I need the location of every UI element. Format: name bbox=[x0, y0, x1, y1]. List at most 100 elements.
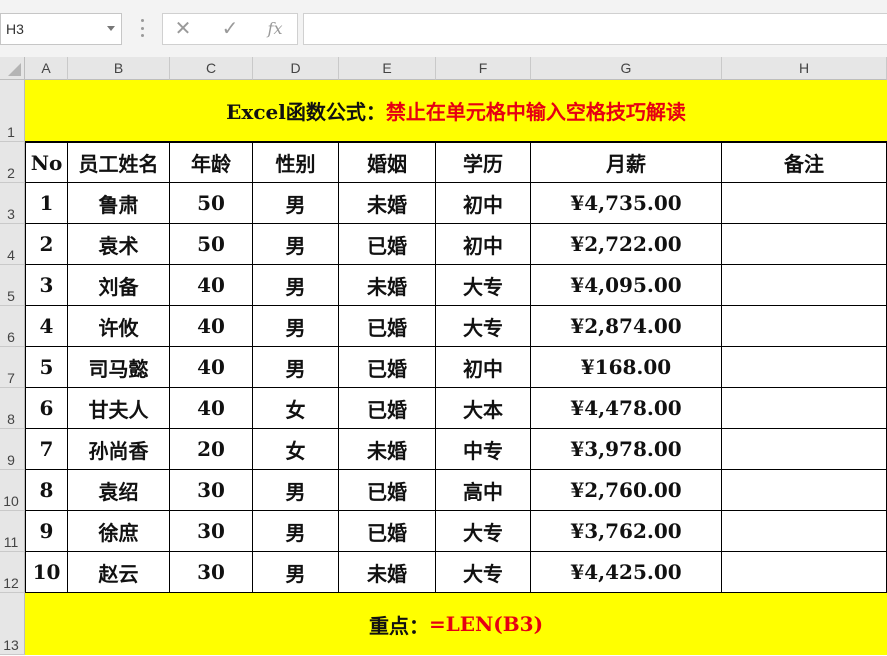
column-header-b[interactable]: B bbox=[68, 57, 170, 80]
cell-a4[interactable]: 2 bbox=[25, 224, 68, 265]
cell-e3[interactable]: 未婚 bbox=[339, 183, 436, 224]
column-header-c[interactable]: C bbox=[170, 57, 253, 80]
cell-a9[interactable]: 7 bbox=[25, 429, 68, 470]
cell-d8[interactable]: 女 bbox=[253, 388, 339, 429]
cell-e11[interactable]: 已婚 bbox=[339, 511, 436, 552]
cell-b6[interactable]: 许攸 bbox=[68, 306, 170, 347]
cell-h11[interactable] bbox=[722, 511, 887, 552]
cell-g7[interactable]: ¥168.00 bbox=[531, 347, 722, 388]
formula-input[interactable] bbox=[303, 13, 887, 45]
select-all-button[interactable] bbox=[0, 57, 25, 80]
cell-d3[interactable]: 男 bbox=[253, 183, 339, 224]
cancel-icon[interactable]: ✕ bbox=[171, 17, 195, 41]
cell-e8[interactable]: 已婚 bbox=[339, 388, 436, 429]
cell-d6[interactable]: 男 bbox=[253, 306, 339, 347]
cell-g8[interactable]: ¥4,478.00 bbox=[531, 388, 722, 429]
cell-d7[interactable]: 男 bbox=[253, 347, 339, 388]
cell-f8[interactable]: 大本 bbox=[436, 388, 531, 429]
header-cell-f[interactable]: 学历 bbox=[436, 142, 531, 183]
header-cell-h[interactable]: 备注 bbox=[722, 142, 887, 183]
cell-g3[interactable]: ¥4,735.00 bbox=[531, 183, 722, 224]
cell-h10[interactable] bbox=[722, 470, 887, 511]
cell-e12[interactable]: 未婚 bbox=[339, 552, 436, 593]
header-cell-d[interactable]: 性别 bbox=[253, 142, 339, 183]
cell-c12[interactable]: 30 bbox=[170, 552, 253, 593]
column-header-h[interactable]: H bbox=[722, 57, 887, 80]
row-header-2[interactable]: 2 bbox=[0, 142, 25, 183]
cell-g11[interactable]: ¥3,762.00 bbox=[531, 511, 722, 552]
header-cell-a[interactable]: No bbox=[25, 142, 68, 183]
cell-b4[interactable]: 袁术 bbox=[68, 224, 170, 265]
row-header-11[interactable]: 11 bbox=[0, 511, 25, 552]
cell-c11[interactable]: 30 bbox=[170, 511, 253, 552]
cell-d4[interactable]: 男 bbox=[253, 224, 339, 265]
cell-h4[interactable] bbox=[722, 224, 887, 265]
cell-b8[interactable]: 甘夫人 bbox=[68, 388, 170, 429]
cell-a3[interactable]: 1 bbox=[25, 183, 68, 224]
cell-c7[interactable]: 40 bbox=[170, 347, 253, 388]
row-header-3[interactable]: 3 bbox=[0, 183, 25, 224]
column-header-e[interactable]: E bbox=[339, 57, 436, 80]
cell-e6[interactable]: 已婚 bbox=[339, 306, 436, 347]
cell-g10[interactable]: ¥2,760.00 bbox=[531, 470, 722, 511]
header-cell-b[interactable]: 员工姓名 bbox=[68, 142, 170, 183]
cell-c6[interactable]: 40 bbox=[170, 306, 253, 347]
cell-f12[interactable]: 大专 bbox=[436, 552, 531, 593]
name-box[interactable]: H3 bbox=[0, 13, 122, 45]
cell-f4[interactable]: 初中 bbox=[436, 224, 531, 265]
cell-f3[interactable]: 初中 bbox=[436, 183, 531, 224]
cell-h12[interactable] bbox=[722, 552, 887, 593]
cell-h6[interactable] bbox=[722, 306, 887, 347]
cell-b12[interactable]: 赵云 bbox=[68, 552, 170, 593]
row-header-1[interactable]: 1 bbox=[0, 80, 25, 142]
cell-a11[interactable]: 9 bbox=[25, 511, 68, 552]
cell-d5[interactable]: 男 bbox=[253, 265, 339, 306]
cell-d10[interactable]: 男 bbox=[253, 470, 339, 511]
cell-a12[interactable]: 10 bbox=[25, 552, 68, 593]
cell-c10[interactable]: 30 bbox=[170, 470, 253, 511]
row-header-5[interactable]: 5 bbox=[0, 265, 25, 306]
cell-f5[interactable]: 大专 bbox=[436, 265, 531, 306]
cell-c3[interactable]: 50 bbox=[170, 183, 253, 224]
cell-a5[interactable]: 3 bbox=[25, 265, 68, 306]
insert-function-icon[interactable]: fx bbox=[263, 17, 287, 41]
column-header-f[interactable]: F bbox=[436, 57, 531, 80]
cell-a10[interactable]: 8 bbox=[25, 470, 68, 511]
cell-h9[interactable] bbox=[722, 429, 887, 470]
cell-b10[interactable]: 袁绍 bbox=[68, 470, 170, 511]
cell-c8[interactable]: 40 bbox=[170, 388, 253, 429]
cell-f6[interactable]: 大专 bbox=[436, 306, 531, 347]
cell-d12[interactable]: 男 bbox=[253, 552, 339, 593]
cell-f7[interactable]: 初中 bbox=[436, 347, 531, 388]
header-cell-g[interactable]: 月薪 bbox=[531, 142, 722, 183]
row-header-7[interactable]: 7 bbox=[0, 347, 25, 388]
cell-e4[interactable]: 已婚 bbox=[339, 224, 436, 265]
cell-e7[interactable]: 已婚 bbox=[339, 347, 436, 388]
cell-g5[interactable]: ¥4,095.00 bbox=[531, 265, 722, 306]
cell-g4[interactable]: ¥2,722.00 bbox=[531, 224, 722, 265]
cell-c9[interactable]: 20 bbox=[170, 429, 253, 470]
cell-b3[interactable]: 鲁肃 bbox=[68, 183, 170, 224]
row-header-10[interactable]: 10 bbox=[0, 470, 25, 511]
cell-e10[interactable]: 已婚 bbox=[339, 470, 436, 511]
cell-g12[interactable]: ¥4,425.00 bbox=[531, 552, 722, 593]
header-cell-e[interactable]: 婚姻 bbox=[339, 142, 436, 183]
row-header-13[interactable]: 13 bbox=[0, 593, 25, 655]
cell-e9[interactable]: 未婚 bbox=[339, 429, 436, 470]
row-header-9[interactable]: 9 bbox=[0, 429, 25, 470]
row-header-12[interactable]: 12 bbox=[0, 552, 25, 593]
cell-h8[interactable] bbox=[722, 388, 887, 429]
cell-a6[interactable]: 4 bbox=[25, 306, 68, 347]
cell-d11[interactable]: 男 bbox=[253, 511, 339, 552]
cell-a7[interactable]: 5 bbox=[25, 347, 68, 388]
cell-b5[interactable]: 刘备 bbox=[68, 265, 170, 306]
cell-f9[interactable]: 中专 bbox=[436, 429, 531, 470]
cell-h5[interactable] bbox=[722, 265, 887, 306]
column-header-g[interactable]: G bbox=[531, 57, 722, 80]
cell-b7[interactable]: 司马懿 bbox=[68, 347, 170, 388]
more-options-icon[interactable] bbox=[141, 19, 144, 37]
cell-e5[interactable]: 未婚 bbox=[339, 265, 436, 306]
cell-c4[interactable]: 50 bbox=[170, 224, 253, 265]
footer-banner[interactable]: 重点： =LEN(B3) bbox=[25, 593, 887, 655]
column-header-d[interactable]: D bbox=[253, 57, 339, 80]
